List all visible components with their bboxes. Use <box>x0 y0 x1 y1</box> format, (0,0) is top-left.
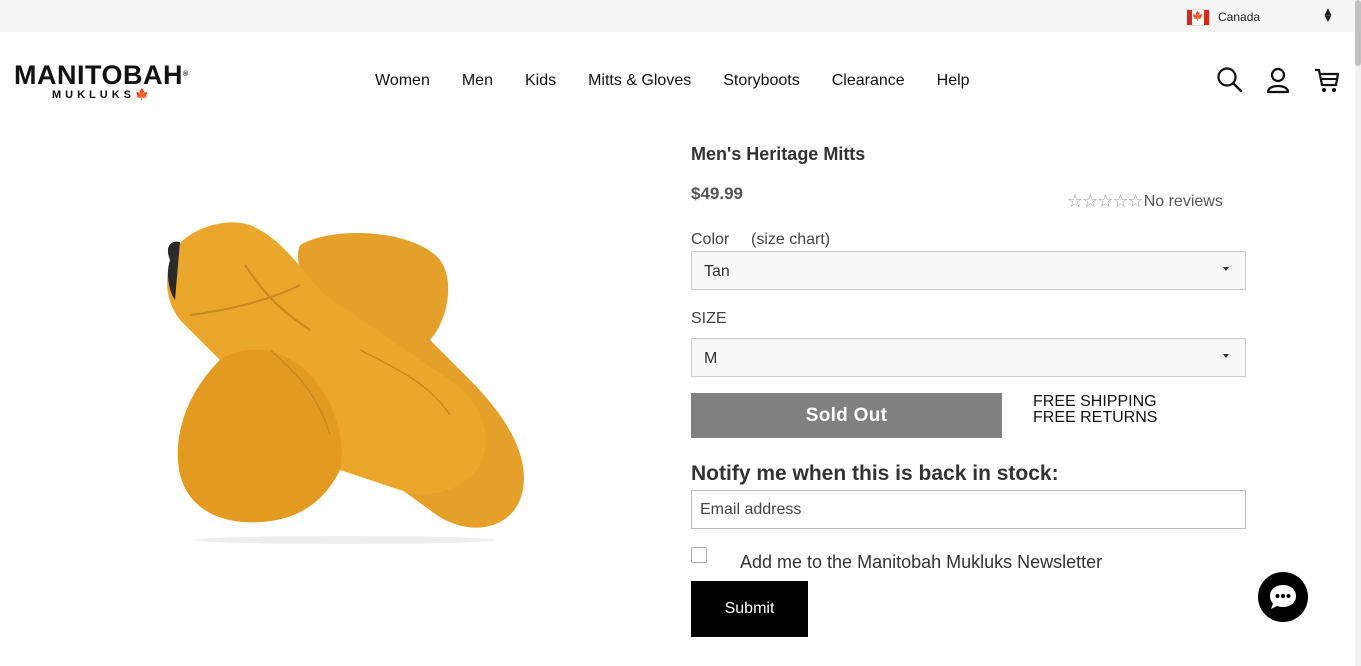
nav-women[interactable]: Women <box>375 72 430 90</box>
chat-bubble-icon[interactable] <box>1258 572 1308 622</box>
submit-button[interactable]: Submit <box>691 581 808 637</box>
nav-mitts-gloves[interactable]: Mitts & Gloves <box>588 72 691 90</box>
sold-out-button[interactable]: Sold Out <box>691 393 1002 438</box>
nav-clearance[interactable]: Clearance <box>832 72 905 90</box>
nav-storyboots[interactable]: Storyboots <box>723 72 799 90</box>
size-select-value: M <box>704 350 718 367</box>
product-image[interactable] <box>150 200 540 545</box>
color-label: Color <box>691 231 730 248</box>
product-title: Men's Heritage Mitts <box>691 144 866 164</box>
rating-stars: ☆☆☆☆☆ <box>1067 191 1144 212</box>
registered-mark: ® <box>183 71 189 78</box>
maple-leaf-icon: 🍁 <box>135 89 149 101</box>
reviews-count: No reviews <box>1143 193 1223 210</box>
email-field[interactable]: Email address <box>691 490 1246 529</box>
chevron-down-icon <box>1223 267 1229 271</box>
nav-help[interactable]: Help <box>937 72 970 90</box>
free-shipping-note: FREE SHIPPING FREE RETURNS <box>1033 394 1157 426</box>
reviews-summary[interactable]: ☆☆☆☆☆ No reviews <box>1067 192 1223 212</box>
top-bar: 🍁 Canada ▲ ▼ <box>0 0 1355 32</box>
search-icon[interactable] <box>1216 66 1244 94</box>
country-selector[interactable]: 🍁 Canada <box>1186 8 1260 26</box>
newsletter-label[interactable]: Add me to the Manitobah Mukluks Newslett… <box>740 552 1102 573</box>
size-label: SIZE <box>691 310 727 327</box>
brand-name: MANITOBAH <box>14 60 183 90</box>
country-name: Canada <box>1218 10 1261 24</box>
notify-heading: Notify me when this is back in stock: <box>691 462 1059 485</box>
nav-kids[interactable]: Kids <box>525 72 556 90</box>
brand-sub: MUKLUKS <box>52 89 135 101</box>
account-icon[interactable] <box>1265 66 1293 94</box>
size-select[interactable]: M <box>691 338 1246 377</box>
color-select[interactable]: Tan <box>691 251 1246 290</box>
chevron-down-icon <box>1223 354 1229 358</box>
canada-flag-icon: 🍁 <box>1186 8 1210 26</box>
color-select-value: Tan <box>704 263 730 280</box>
product-price: $49.99 <box>691 184 743 203</box>
scrollbar[interactable] <box>1355 0 1361 666</box>
newsletter-checkbox[interactable] <box>691 547 707 563</box>
up-down-arrows-icon[interactable]: ▲ ▼ <box>1323 8 1333 24</box>
size-chart-link[interactable]: (size chart) <box>751 231 830 249</box>
free-returns-text: FREE RETURNS <box>1033 409 1158 426</box>
scrollbar-thumb[interactable] <box>1355 0 1361 66</box>
nav-men[interactable]: Men <box>462 72 493 90</box>
cart-icon[interactable] <box>1313 66 1341 94</box>
free-shipping-text: FREE SHIPPING <box>1033 393 1157 410</box>
main-nav: Women Men Kids Mitts & Gloves Storyboots… <box>375 72 970 90</box>
brand-logo[interactable]: MANITOBAH® MUKLUKS🍁 <box>14 60 224 102</box>
